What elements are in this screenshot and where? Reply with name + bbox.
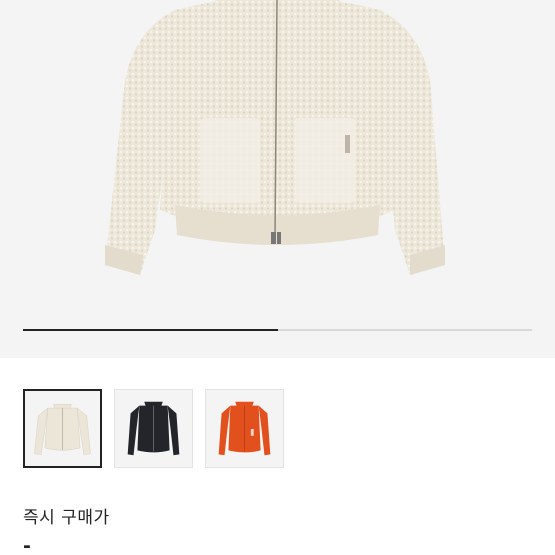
color-option-list	[23, 389, 543, 469]
hoodie-black-thumbnail-icon	[127, 401, 180, 456]
color-thumbnail-black[interactable]	[114, 389, 193, 468]
color-thumbnail-cream[interactable]	[23, 389, 102, 468]
main-product-image	[105, 0, 445, 275]
carousel-progress-fill	[23, 329, 278, 331]
instant-buy-price-label: 즉시 구매가	[23, 508, 110, 528]
carousel-progress-bar	[23, 329, 532, 331]
product-page: 즉시 구매가 -	[0, 0, 555, 555]
hoodie-orange-thumbnail-icon	[218, 401, 271, 456]
product-image-carousel[interactable]	[0, 0, 555, 358]
hoodie-cream-thumbnail-icon	[34, 404, 91, 455]
instant-buy-price-value: -	[23, 535, 31, 555]
color-thumbnail-orange[interactable]	[205, 389, 284, 468]
